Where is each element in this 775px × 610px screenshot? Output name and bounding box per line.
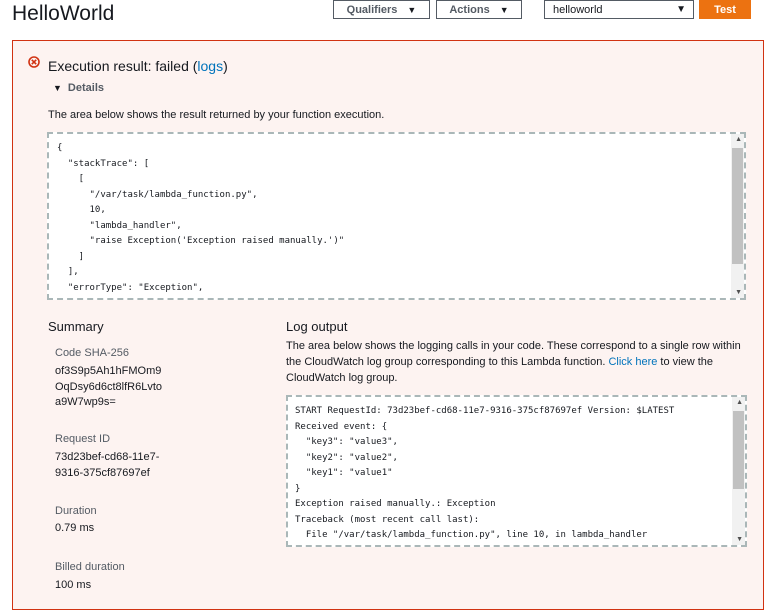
qualifiers-label: Qualifiers (346, 3, 398, 16)
status-suffix: ) (223, 58, 228, 74)
execution-result-panel: Execution result: failed (logs) ▼ Details… (12, 40, 764, 610)
result-output-text: { "stackTrace": [ [ "/var/task/lambda_fu… (57, 143, 345, 293)
test-button[interactable]: Test (699, 0, 751, 19)
request-id-label: Request ID (55, 433, 111, 445)
triangle-down-icon: ▼ (53, 83, 62, 93)
duration-value: 0.79 ms (55, 522, 95, 534)
log-output-box[interactable]: START RequestId: 73d23bef-cd68-11e7-9316… (286, 395, 747, 547)
actions-label: Actions (449, 3, 490, 16)
summary-heading: Summary (48, 319, 104, 334)
log-scrollbar[interactable]: ▲ ▼ (732, 397, 745, 545)
caret-down-icon: ▼ (407, 4, 417, 15)
code-sha-value: of3S9p5Ah1hFMOm9 OqDsy6d6ct8lfR6Lvto a9W… (55, 365, 162, 408)
request-id-value: 73d23bef-cd68-11e7- 9316-375cf87697ef (55, 451, 160, 479)
log-output-text: START RequestId: 73d23bef-cd68-11e7-9316… (295, 406, 675, 540)
logs-link[interactable]: logs (197, 58, 223, 74)
scroll-down-icon[interactable]: ▼ (735, 289, 742, 296)
billed-duration-value: 100 ms (55, 579, 92, 591)
details-toggle[interactable]: ▼ Details (53, 82, 104, 94)
top-bar: HelloWorld Qualifiers ▼ Actions ▼ hellow… (0, 0, 775, 36)
result-description: The area below shows the result returned… (48, 109, 385, 121)
result-scrollbar[interactable]: ▲ ▼ (731, 134, 744, 298)
qualifiers-button[interactable]: Qualifiers ▼ (333, 0, 430, 19)
scroll-down-icon[interactable]: ▼ (736, 536, 743, 543)
execution-status: Execution result: failed (logs) (48, 58, 228, 74)
scroll-up-icon[interactable]: ▲ (736, 399, 743, 406)
log-scroll-thumb[interactable] (733, 411, 744, 489)
test-event-select[interactable]: helloworld ▼ (544, 0, 694, 19)
log-description: The area below shows the logging calls i… (286, 338, 756, 386)
details-label: Details (67, 82, 104, 94)
page-title: HelloWorld (12, 2, 115, 25)
result-output-box[interactable]: { "stackTrace": [ [ "/var/task/lambda_fu… (47, 132, 746, 300)
test-event-value: helloworld (553, 3, 603, 16)
billed-duration-label: Billed duration (55, 561, 125, 573)
log-output-heading: Log output (286, 319, 348, 334)
result-scroll-thumb[interactable] (732, 148, 743, 264)
status-text: Execution result: failed ( (48, 58, 198, 74)
caret-down-icon: ▼ (676, 4, 686, 15)
duration-label: Duration (55, 505, 97, 517)
actions-button[interactable]: Actions ▼ (436, 0, 522, 19)
error-icon (28, 56, 40, 68)
cloudwatch-link[interactable]: Click here (608, 356, 657, 368)
code-sha-label: Code SHA-256 (55, 347, 129, 359)
caret-down-icon: ▼ (499, 4, 509, 15)
scroll-up-icon[interactable]: ▲ (735, 136, 742, 143)
